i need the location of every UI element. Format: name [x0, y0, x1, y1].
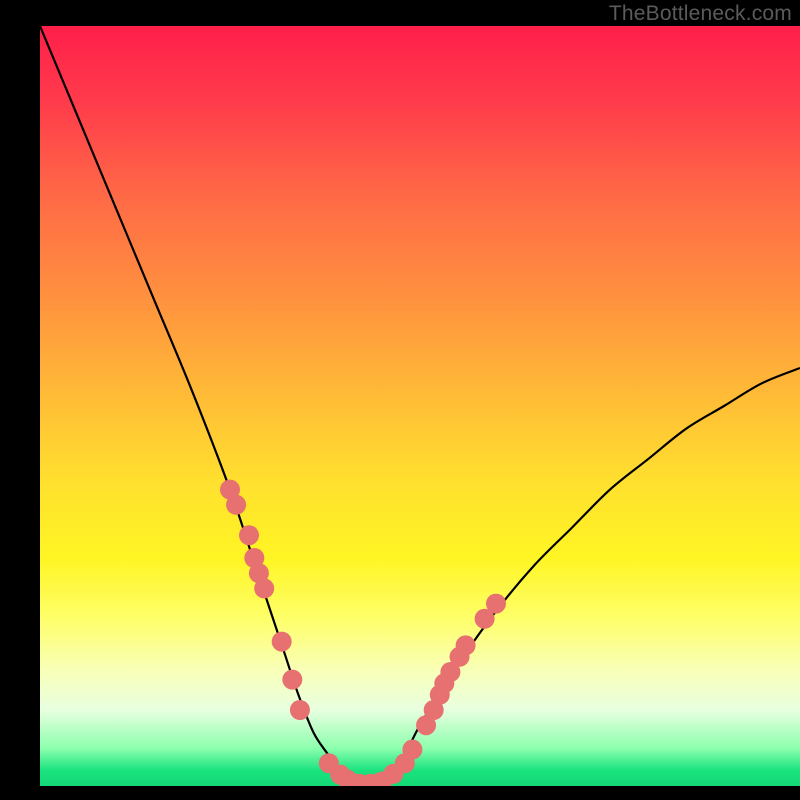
curve-marker: [402, 740, 422, 760]
chart-frame: TheBottleneck.com: [0, 0, 800, 800]
curve-marker: [239, 525, 259, 545]
chart-svg: [40, 26, 800, 786]
curve-markers: [220, 480, 506, 786]
curve-marker: [456, 635, 476, 655]
curve-marker: [290, 700, 310, 720]
chart-plot-area: [40, 26, 800, 786]
curve-marker: [254, 578, 274, 598]
curve-marker: [272, 632, 292, 652]
curve-marker: [486, 594, 506, 614]
bottleneck-curve: [40, 26, 800, 786]
curve-marker: [282, 670, 302, 690]
curve-marker: [226, 495, 246, 515]
watermark-text: TheBottleneck.com: [609, 2, 792, 26]
curve-path: [40, 26, 800, 786]
